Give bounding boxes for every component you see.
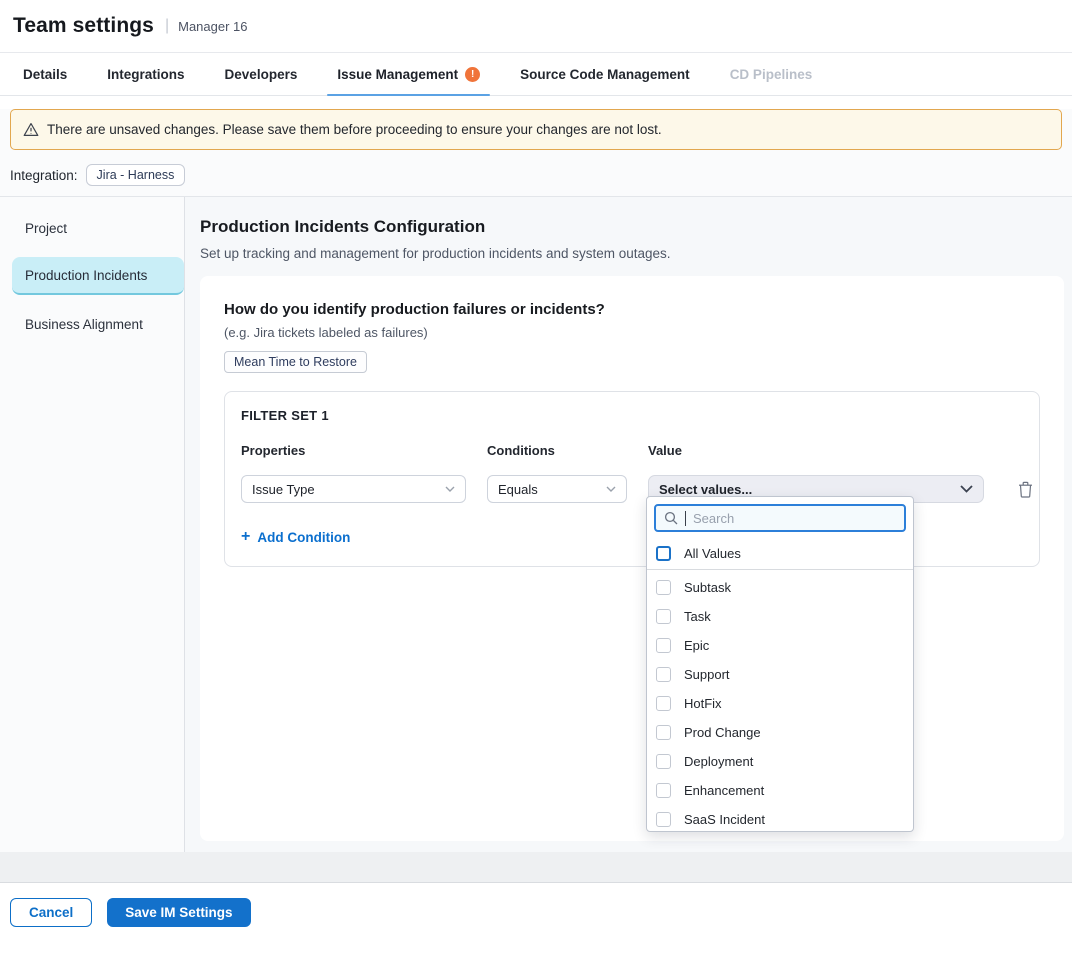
text-cursor — [685, 511, 686, 526]
page-subtitle: Manager 16 — [178, 19, 247, 34]
checkbox[interactable] — [656, 609, 671, 624]
option-epic[interactable]: Epic — [647, 631, 913, 660]
integration-row: Integration: Jira - Harness — [10, 164, 1062, 186]
incidents-config-card: How do you identify production failures … — [200, 276, 1064, 841]
option-task[interactable]: Task — [647, 602, 913, 631]
banner-text: There are unsaved changes. Please save t… — [47, 122, 662, 137]
trash-icon — [1018, 481, 1033, 498]
value-column-label: Value — [648, 443, 984, 458]
chevron-down-icon — [960, 485, 973, 493]
checkbox[interactable] — [656, 580, 671, 595]
sidebar-item-production-incidents[interactable]: Production Incidents — [12, 257, 184, 295]
chevron-down-icon — [606, 486, 616, 492]
checkbox[interactable] — [656, 667, 671, 682]
section-title: Production Incidents Configuration — [200, 217, 1064, 237]
checkbox-all-values[interactable] — [656, 546, 671, 561]
option-saas-incident[interactable]: SaaS Incident — [647, 805, 913, 832]
sidebar-item-project[interactable]: Project — [0, 209, 184, 247]
dropdown-search-box[interactable] — [654, 504, 906, 532]
option-hotfix[interactable]: HotFix — [647, 689, 913, 718]
delete-filter-button[interactable] — [1005, 477, 1045, 502]
condition-select[interactable]: Equals — [487, 475, 627, 503]
value-dropdown-panel: All Values Subtask Task Epic Support Hot… — [646, 496, 914, 832]
option-support[interactable]: Support — [647, 660, 913, 689]
checkbox[interactable] — [656, 725, 671, 740]
checkbox[interactable] — [656, 638, 671, 653]
plus-icon: + — [241, 529, 250, 545]
option-subtask[interactable]: Subtask — [647, 573, 913, 602]
content-area: There are unsaved changes. Please save t… — [0, 109, 1072, 852]
filter-column-headers: Properties Conditions Value — [241, 443, 1023, 458]
title-divider: | — [165, 17, 169, 35]
main-panel: Production Incidents Configuration Set u… — [185, 197, 1072, 852]
tab-cd-pipelines: CD Pipelines — [720, 53, 823, 95]
tab-source-code-management[interactable]: Source Code Management — [510, 53, 700, 95]
tab-bar: Details Integrations Developers Issue Ma… — [0, 53, 1072, 96]
page-header: Team settings | Manager 16 — [0, 0, 1072, 53]
filter-set-1: FILTER SET 1 Properties Conditions Value… — [224, 391, 1040, 567]
checkbox[interactable] — [656, 696, 671, 711]
option-prod-change[interactable]: Prod Change — [647, 718, 913, 747]
footer-divider-strip — [0, 852, 1072, 883]
checkbox[interactable] — [656, 783, 671, 798]
section-description: Set up tracking and management for produ… — [200, 246, 1064, 261]
add-condition-button[interactable]: + Add Condition — [241, 529, 350, 545]
conditions-column-label: Conditions — [487, 443, 627, 458]
tab-details[interactable]: Details — [13, 53, 77, 95]
filter-set-title: FILTER SET 1 — [241, 408, 1023, 423]
search-input[interactable] — [693, 511, 896, 526]
question-heading: How do you identify production failures … — [224, 301, 1040, 318]
settings-body: Project Production Incidents Business Al… — [0, 196, 1072, 852]
search-icon — [664, 511, 678, 525]
integration-chip[interactable]: Jira - Harness — [86, 164, 186, 186]
option-deployment[interactable]: Deployment — [647, 747, 913, 776]
option-enhancement[interactable]: Enhancement — [647, 776, 913, 805]
dropdown-divider — [647, 569, 913, 570]
checkbox[interactable] — [656, 812, 671, 827]
checkbox[interactable] — [656, 754, 671, 769]
metric-chip-mean-time-to-restore[interactable]: Mean Time to Restore — [224, 351, 367, 373]
warning-triangle-icon — [23, 122, 39, 137]
sidebar-item-business-alignment[interactable]: Business Alignment — [0, 305, 184, 343]
chevron-down-icon — [445, 486, 455, 492]
tab-integrations[interactable]: Integrations — [97, 53, 194, 95]
page-title: Team settings — [13, 14, 154, 38]
settings-sidebar: Project Production Incidents Business Al… — [0, 197, 185, 852]
tab-issue-management[interactable]: Issue Management ! — [327, 53, 490, 95]
option-all-values[interactable]: All Values — [647, 539, 913, 567]
save-im-settings-button[interactable]: Save IM Settings — [107, 898, 250, 927]
unsaved-changes-banner: There are unsaved changes. Please save t… — [10, 109, 1062, 150]
question-hint: (e.g. Jira tickets labeled as failures) — [224, 325, 1040, 340]
unsaved-warning-badge-icon: ! — [465, 67, 480, 82]
tab-developers[interactable]: Developers — [215, 53, 308, 95]
footer-actions: Cancel Save IM Settings — [0, 883, 1072, 927]
cancel-button[interactable]: Cancel — [10, 898, 92, 927]
integration-label: Integration: — [10, 168, 78, 183]
property-select[interactable]: Issue Type — [241, 475, 466, 503]
properties-column-label: Properties — [241, 443, 466, 458]
